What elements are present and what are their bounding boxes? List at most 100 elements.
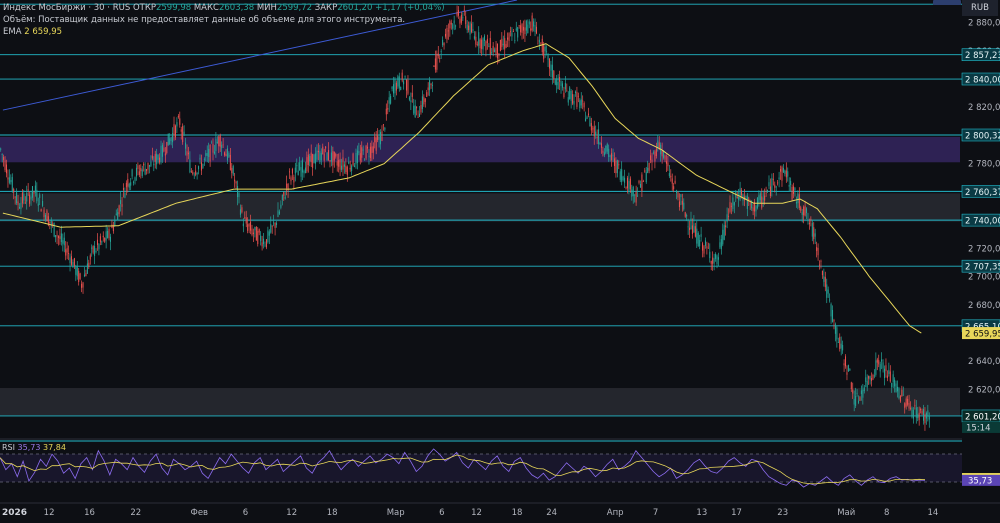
candle-body <box>817 248 819 256</box>
candle-body <box>624 177 626 183</box>
candle-body <box>222 144 224 146</box>
candle-body <box>140 168 142 172</box>
candle-body <box>196 172 198 175</box>
level-price-text: 2 800,32 <box>965 132 1000 142</box>
candle-body <box>674 180 676 184</box>
candle-body <box>832 310 834 322</box>
chart-root: 2 880,002 860,002 840,002 820,002 800,00… <box>0 0 1000 519</box>
candle-body <box>167 133 169 146</box>
candle-body <box>120 200 122 205</box>
candle-body <box>306 157 308 172</box>
candle-body <box>803 206 805 216</box>
candle-body <box>538 39 540 43</box>
rsi-legend[interactable]: RSI 35,73 37,84 <box>2 443 66 452</box>
candle-body <box>732 197 734 209</box>
candle-body <box>447 30 449 32</box>
candle-body <box>599 142 601 145</box>
candle-body <box>769 186 771 196</box>
candle-body <box>535 26 537 34</box>
candle-body <box>771 177 773 192</box>
candle-body <box>909 407 912 409</box>
candle-body <box>498 53 500 57</box>
candle-body <box>522 26 524 31</box>
candle-body <box>234 179 236 182</box>
candle-body <box>856 392 858 394</box>
candle-body <box>725 225 727 228</box>
candle-body <box>393 84 395 94</box>
candle-body <box>65 249 67 256</box>
candle-body <box>837 342 839 343</box>
candle-body <box>829 299 831 301</box>
candle-body <box>63 237 65 246</box>
candle-body <box>491 52 493 54</box>
candle-body <box>553 70 555 80</box>
level-price-text: 2 857,23 <box>965 51 1000 61</box>
candle-body <box>325 146 327 149</box>
candle-body <box>554 80 556 85</box>
candle-body <box>104 238 106 242</box>
candle-body <box>302 159 304 173</box>
level-price-text: 2 840,00 <box>965 76 1000 86</box>
candle-body <box>905 398 907 407</box>
time-tick-label: Фев <box>191 508 209 518</box>
candle-body <box>520 25 522 33</box>
candle-body <box>365 145 367 159</box>
candle-body <box>286 183 288 188</box>
candle-body <box>603 152 605 156</box>
candle-body <box>247 224 249 231</box>
candle-body <box>872 374 874 380</box>
candle-body <box>648 162 650 171</box>
candle-body <box>23 193 25 201</box>
candle-body <box>928 415 930 420</box>
candle-body <box>525 21 527 31</box>
candle-body <box>699 240 701 247</box>
candle-body <box>345 165 347 172</box>
candle-body <box>346 166 348 175</box>
candle-body <box>729 202 731 212</box>
candle-body <box>270 224 272 233</box>
ema-legend[interactable]: EMA 2 659,95 <box>3 26 62 38</box>
candle-body <box>127 178 129 187</box>
candle-body <box>875 360 877 375</box>
candle-body <box>899 396 901 402</box>
candle-body <box>351 165 353 171</box>
price-axis[interactable]: 2 880,002 860,002 840,002 820,002 800,00… <box>961 0 1000 519</box>
candle-body <box>686 214 688 217</box>
currency-badge[interactable]: RUB <box>962 0 998 16</box>
candle-body <box>436 54 438 70</box>
candle-body <box>885 365 887 372</box>
candle-body <box>739 188 741 199</box>
candle-body <box>98 244 100 250</box>
instrument-title[interactable]: Индекс МосБиржи · 30 · RUS <box>3 3 130 13</box>
candle-body <box>326 152 328 161</box>
candle-body <box>925 412 927 419</box>
candle-body <box>533 21 535 27</box>
candle-body <box>508 33 510 42</box>
candle-body <box>720 239 722 250</box>
candle-body <box>514 40 516 41</box>
candle-body <box>91 247 93 249</box>
candle-body <box>589 117 591 127</box>
candle-body <box>897 386 899 392</box>
time-tick-label: 7 <box>653 508 658 518</box>
candle-body <box>312 153 314 168</box>
candle-body <box>629 178 631 190</box>
candle-body <box>354 165 356 167</box>
candle-body <box>881 359 883 362</box>
candle-body <box>574 91 576 93</box>
candle-body <box>31 186 33 198</box>
candle-body <box>846 372 848 375</box>
candle-body <box>226 148 228 161</box>
candle-body <box>182 126 184 143</box>
candle-body <box>576 92 578 107</box>
candle-body <box>473 36 475 39</box>
candle-body <box>814 233 816 237</box>
candle-body <box>16 192 18 204</box>
candle-body <box>173 124 175 136</box>
candle-body <box>876 359 878 363</box>
candle-body <box>369 146 371 158</box>
candle-body <box>907 398 909 405</box>
candle-body <box>231 167 233 174</box>
candle-body <box>118 205 120 215</box>
volume-note-text: Объём: Поставщик данных не предоставляет… <box>3 15 406 25</box>
